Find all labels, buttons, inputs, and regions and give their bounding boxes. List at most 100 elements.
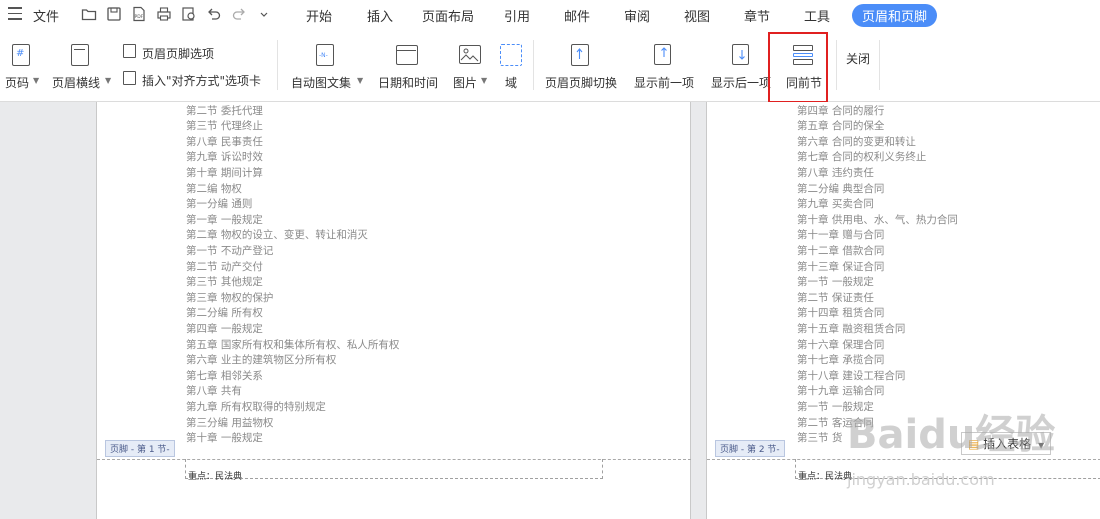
toc-line: 第二节 动产交付 xyxy=(186,261,263,273)
picture-icon xyxy=(459,45,481,64)
auto-text-label: 自动图文集 xyxy=(291,76,352,90)
show-next-icon xyxy=(732,44,749,65)
toc-line: 第十二章 借款合同 xyxy=(797,245,885,257)
page-left: 第二节 委托代理 第三节 代理终止 第八章 民事责任 第九章 诉讼时效 第十章 … xyxy=(96,102,691,519)
chevron-down-icon: ▼ xyxy=(357,76,364,85)
chevron-down-icon: ▼ xyxy=(33,76,40,85)
toc-line: 第九章 所有权取得的特别规定 xyxy=(186,401,326,413)
toc-line: 第三分编 用益物权 xyxy=(186,417,274,429)
toc-line: 第七章 相邻关系 xyxy=(186,370,263,382)
tab-review[interactable]: 审阅 xyxy=(624,6,650,25)
open-folder-icon[interactable] xyxy=(81,6,97,22)
file-menu[interactable]: 文件 xyxy=(33,6,59,25)
tab-mailings[interactable]: 邮件 xyxy=(564,6,590,25)
header-footer-switch-label: 页眉页脚切换 xyxy=(545,76,618,90)
toc-line: 第八章 民事责任 xyxy=(186,136,263,148)
toc-line: 第六章 合同的变更和转让 xyxy=(797,136,916,148)
chevron-down-icon: ▼ xyxy=(481,76,488,85)
print-icon[interactable] xyxy=(156,6,172,22)
toc-line: 第十一章 赠与合同 xyxy=(797,229,885,241)
options-icon xyxy=(123,44,136,58)
tab-page-layout[interactable]: 页面布局 xyxy=(422,6,474,25)
page-number-icon: # xyxy=(12,44,30,66)
undo-icon[interactable] xyxy=(206,6,222,22)
calendar-icon xyxy=(396,45,418,65)
header-line-icon xyxy=(71,44,89,66)
toc-line: 第二节 委托代理 xyxy=(186,105,263,117)
toc-line: 第四章 合同的履行 xyxy=(797,105,885,117)
toc-line: 第二节 保证责任 xyxy=(797,292,874,304)
menu-icon[interactable] xyxy=(8,7,22,21)
watermark-logo: Baidu经验 xyxy=(847,412,1056,458)
footer-section-tag: 页脚 - 第 1 节- xyxy=(105,440,175,457)
separator xyxy=(879,40,880,90)
toc-line: 第二编 物权 xyxy=(186,183,242,195)
toc-line: 第九章 买卖合同 xyxy=(797,198,874,210)
chevron-down-icon: ▼ xyxy=(105,76,112,85)
toc-line: 第十六章 保理合同 xyxy=(797,339,885,351)
close-button[interactable]: 关闭 xyxy=(846,50,870,67)
footer-area[interactable] xyxy=(185,459,603,479)
toc-line: 第二分编 典型合同 xyxy=(797,183,885,195)
tab-view[interactable]: 视图 xyxy=(684,6,710,25)
toc-line: 第三节 代理终止 xyxy=(186,120,263,132)
toc-line: 第三章 物权的保护 xyxy=(186,292,274,304)
footer-section-tag: 页脚 - 第 2 节- xyxy=(715,440,785,457)
tab-tools[interactable]: 工具 xyxy=(804,6,830,25)
print-preview-icon[interactable] xyxy=(181,6,197,22)
toc-line: 第十章 期间计算 xyxy=(186,167,263,179)
highlight-box xyxy=(768,32,828,103)
header-line-label: 页眉横线 xyxy=(52,76,101,90)
toc-line: 第七章 合同的权利义务终止 xyxy=(797,151,927,163)
align-tab-icon xyxy=(123,71,136,85)
insert-align-tab-label: 插入"对齐方式"选项卡 xyxy=(142,74,262,88)
tab-insert[interactable]: 插入 xyxy=(367,6,393,25)
toc-line: 第五章 合同的保全 xyxy=(797,120,885,132)
toc-line: 第二章 物权的设立、变更、转让和消灭 xyxy=(186,229,368,241)
export-pdf-icon[interactable]: PDF xyxy=(131,6,147,22)
svg-text:PDF: PDF xyxy=(135,14,144,20)
toc-line: 第九章 诉讼时效 xyxy=(186,151,263,163)
field-icon xyxy=(500,44,522,66)
customize-toolbar-icon[interactable] xyxy=(256,6,272,22)
toc-line: 第十七章 承揽合同 xyxy=(797,354,885,366)
toc-line: 第一节 不动产登记 xyxy=(186,245,274,257)
redo-icon[interactable] xyxy=(231,6,247,22)
separator xyxy=(533,40,534,90)
separator xyxy=(836,40,837,90)
tab-header-footer[interactable]: 页眉和页脚 xyxy=(852,4,938,27)
show-previous-icon xyxy=(654,44,671,65)
toc-line: 第八章 共有 xyxy=(186,385,242,397)
tab-home[interactable]: 开始 xyxy=(306,6,332,25)
toc-line: 第十五章 融资租赁合同 xyxy=(797,323,906,335)
toc-line: 第五章 国家所有权和集体所有权、私人所有权 xyxy=(186,339,400,351)
separator xyxy=(277,40,278,90)
picture-label: 图片 xyxy=(453,76,478,90)
save-icon[interactable] xyxy=(106,6,122,22)
document-area: 第二节 委托代理 第三节 代理终止 第八章 民事责任 第九章 诉讼时效 第十章 … xyxy=(0,102,1100,519)
toc-line: 第二分编 所有权 xyxy=(186,307,263,319)
page-right: 第四章 合同的履行 第五章 合同的保全 第六章 合同的变更和转让 第七章 合同的… xyxy=(706,102,1100,519)
date-time-label: 日期和时间 xyxy=(378,76,439,90)
show-previous-label: 显示前一项 xyxy=(634,76,695,90)
toc-line: 第四章 一般规定 xyxy=(186,323,263,335)
show-next-label: 显示后一项 xyxy=(711,76,772,90)
watermark-url: jingyan.baidu.com xyxy=(847,470,995,489)
page-number-label: 页码 xyxy=(5,76,30,90)
ribbon xyxy=(0,30,1100,102)
field-label: 域 xyxy=(505,76,518,90)
toc-line: 第三节 其他规定 xyxy=(186,276,263,288)
toc-line: 第十八章 建设工程合同 xyxy=(797,370,906,382)
toc-line: 第十四章 租赁合同 xyxy=(797,307,885,319)
switch-icon xyxy=(571,44,589,66)
footer-text: 重点：民法典 xyxy=(798,472,853,482)
toc-line: 第十章 一般规定 xyxy=(186,432,263,444)
toc-line: 第八章 违约责任 xyxy=(797,167,874,179)
tab-references[interactable]: 引用 xyxy=(504,6,530,25)
toc-line: 第十九章 运输合同 xyxy=(797,385,885,397)
toc-line: 第三节 货 xyxy=(797,432,843,444)
toc-line: 第十章 供用电、水、气、热力合同 xyxy=(797,214,958,226)
menu-bar: 文件 PDF 开始 插入 页面布局 引用 邮件 审阅 视图 章节 工具 页眉和页… xyxy=(0,0,1100,30)
tab-sections[interactable]: 章节 xyxy=(744,6,770,25)
toc-line: 第一章 一般规定 xyxy=(186,214,263,226)
